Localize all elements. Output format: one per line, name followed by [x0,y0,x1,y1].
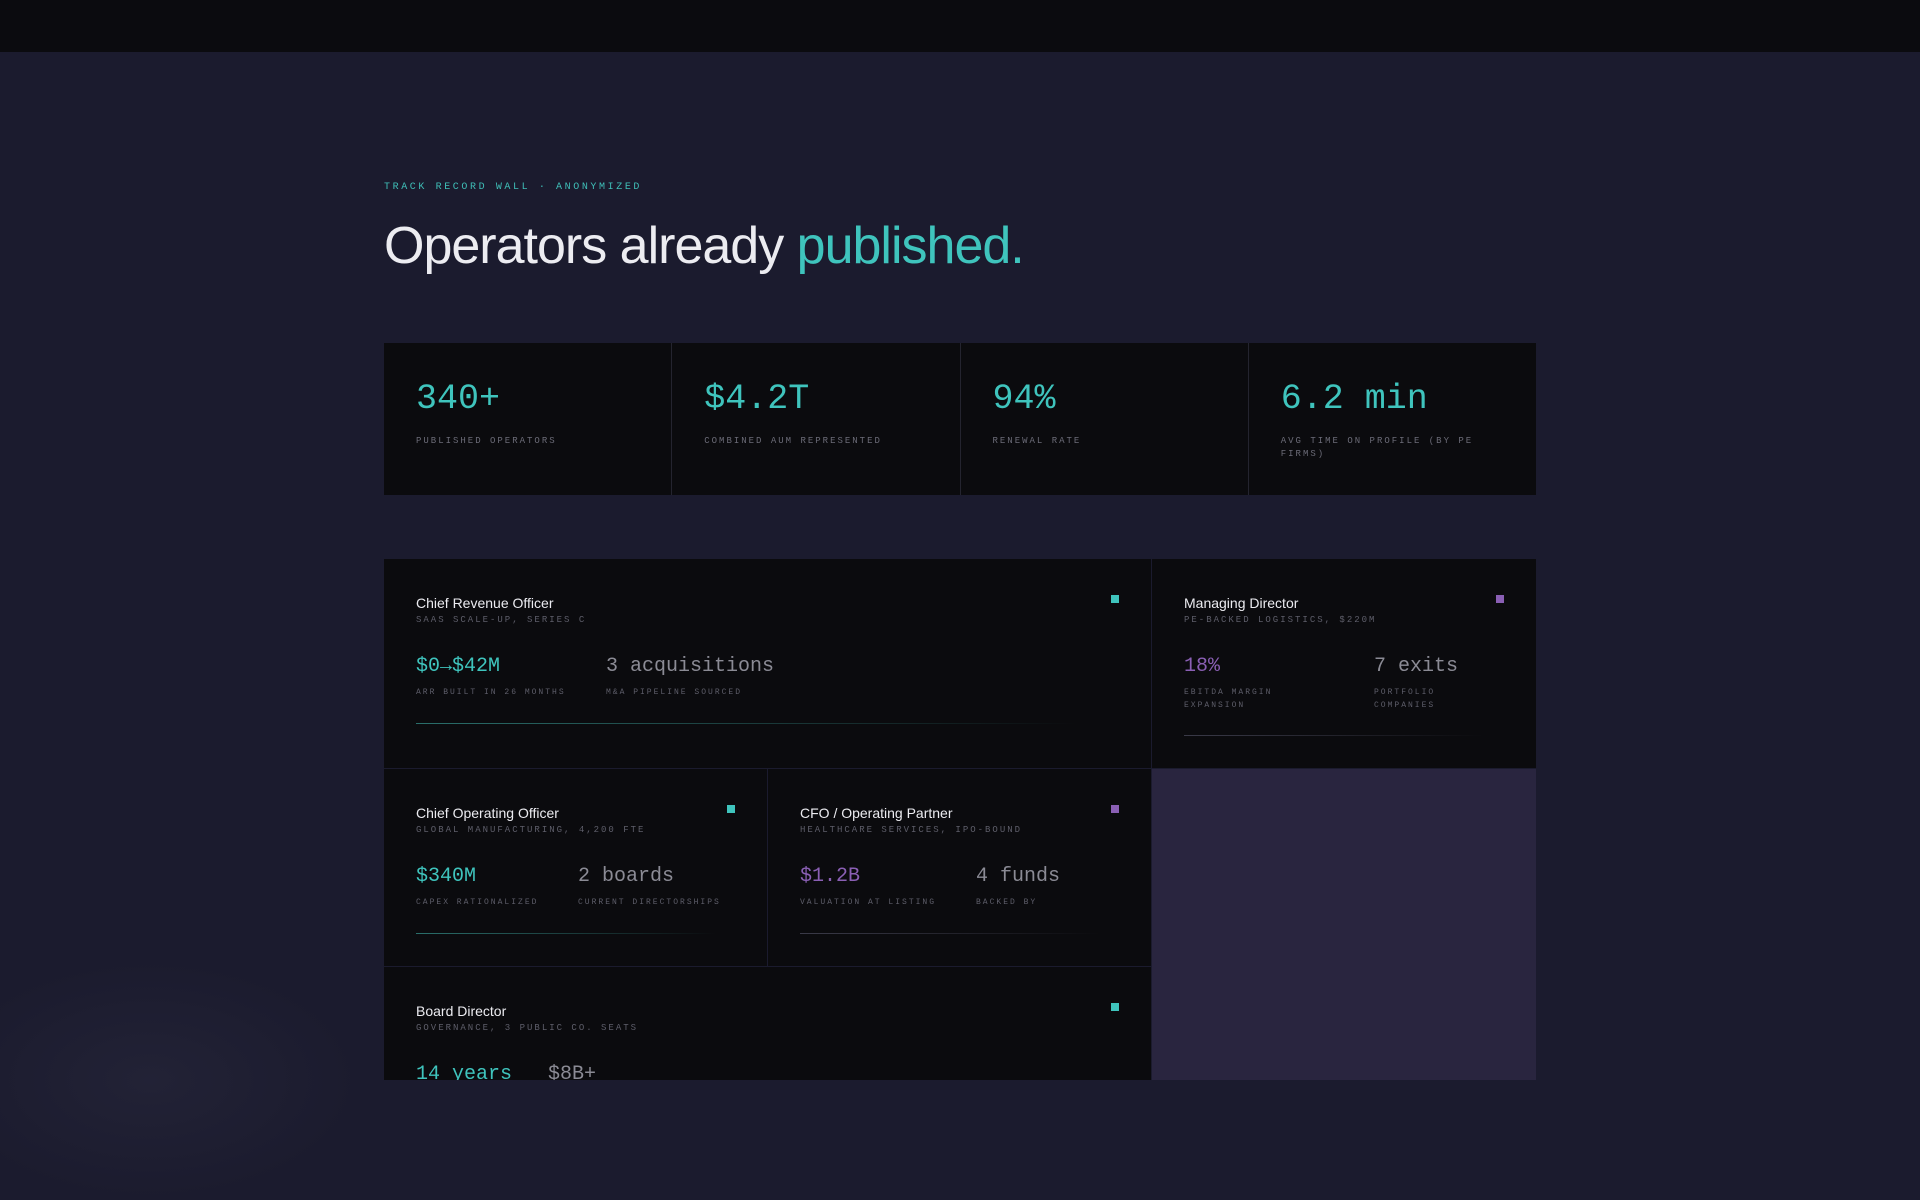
metric-label: ARR BUILT IN 26 MONTHS [416,688,566,697]
card-subtitle: SAAS SCALE-UP, SERIES C [416,615,587,625]
square-purple-icon [1496,595,1504,603]
card-title: Managing Director [1184,595,1299,611]
metric-value: 7 exits [1374,655,1459,678]
empty-card-slot [1152,769,1536,1080]
card-metric: $1.2B VALUATION AT LISTING [800,865,936,909]
metric-value: $8B+ [548,1063,597,1080]
operator-card-managing-director[interactable]: Managing Director PE-BACKED LOGISTICS, $… [1152,559,1536,768]
stat-label: AVG TIME ON PROFILE (BY PE FIRMS) [1280,436,1474,459]
operator-card-cfo[interactable]: CFO / Operating Partner HEALTHCARE SERVI… [768,769,1151,966]
card-metric: 3 acquisitions M&A PIPELINE SOURCED [606,655,774,699]
square-purple-icon [1111,805,1119,813]
background-glow [0,960,360,1200]
section-headline: Operators already published. [384,216,1025,276]
metric-value: $0→$42M [416,655,501,678]
stat-renewal-rate: 94% RENEWAL RATE [959,343,1248,495]
stat-value: 340+ [416,379,501,419]
card-divider [1184,735,1484,736]
card-divider [800,933,1100,934]
card-metric: 18% EBITDA MARGIN EXPANSION [1184,655,1324,712]
card-title: Board Director [416,1003,507,1019]
card-divider [416,933,716,934]
headline-accent: published. [796,217,1025,275]
metric-value: 3 acquisitions [606,655,775,678]
square-teal-icon [1111,1003,1119,1011]
card-title: Chief Revenue Officer [416,595,554,611]
metric-label: PORTFOLIO COMPANIES [1374,688,1436,710]
card-metric: 4 funds BACKED BY [976,865,1060,909]
top-bar [0,0,1920,52]
card-metric: $8B+ [548,1063,596,1080]
stat-value: 94% [992,379,1056,419]
card-subtitle: HEALTHCARE SERVICES, IPO-BOUND [800,825,1023,835]
metric-value: 4 funds [976,865,1061,888]
metric-label: EBITDA MARGIN EXPANSION [1184,688,1273,710]
card-divider [416,723,1076,724]
card-subtitle: GOVERNANCE, 3 PUBLIC CO. SEATS [416,1023,639,1033]
operator-card-board-director[interactable]: Board Director GOVERNANCE, 3 PUBLIC CO. … [384,967,1151,1080]
operator-card-cro[interactable]: Chief Revenue Officer SAAS SCALE-UP, SER… [384,559,1151,768]
card-metric: $340M CAPEX RATIONALIZED [416,865,538,909]
card-title: Chief Operating Officer [416,805,559,821]
stat-value: $4.2T [704,379,810,419]
metric-label: BACKED BY [976,898,1038,907]
card-title: CFO / Operating Partner [800,805,953,821]
square-teal-icon [1111,595,1119,603]
stat-combined-aum: $4.2T COMBINED AUM REPRESENTED [671,343,959,495]
metric-value: $1.2B [800,865,861,888]
card-metric: 2 boards CURRENT DIRECTORSHIPS [578,865,721,909]
stat-avg-time-on-profile: 6.2 min AVG TIME ON PROFILE (BY PE FIRMS… [1247,343,1536,495]
card-subtitle: GLOBAL MANUFACTURING, 4,200 FTE [416,825,646,835]
metric-label: CURRENT DIRECTORSHIPS [578,898,721,907]
metric-label: M&A PIPELINE SOURCED [606,688,743,697]
stat-published-operators: 340+ PUBLISHED OPERATORS [384,343,671,495]
card-metric: 14 years [416,1063,512,1080]
stats-strip: 340+ PUBLISHED OPERATORS $4.2T COMBINED … [384,343,1536,495]
headline-prefix: Operators already [384,217,784,275]
section-eyebrow: TRACK RECORD WALL · ANONYMIZED [384,182,643,193]
square-teal-icon [727,805,735,813]
metric-label: CAPEX RATIONALIZED [416,898,539,907]
card-metric: $0→$42M ARR BUILT IN 26 MONTHS [416,655,566,699]
metric-label: VALUATION AT LISTING [800,898,937,907]
stat-value: 6.2 min [1280,379,1428,419]
card-subtitle: PE-BACKED LOGISTICS, $220M [1184,615,1377,625]
metric-value: $340M [416,865,477,888]
metric-value: 2 boards [578,865,675,888]
card-metric: 7 exits PORTFOLIO COMPANIES [1374,655,1494,712]
stat-label: COMBINED AUM REPRESENTED [704,436,882,446]
metric-value: 14 years [416,1063,513,1080]
stat-label: RENEWAL RATE [992,436,1082,446]
stat-label: PUBLISHED OPERATORS [416,436,557,446]
metric-value: 18% [1184,655,1221,678]
operator-card-coo[interactable]: Chief Operating Officer GLOBAL MANUFACTU… [384,769,767,966]
